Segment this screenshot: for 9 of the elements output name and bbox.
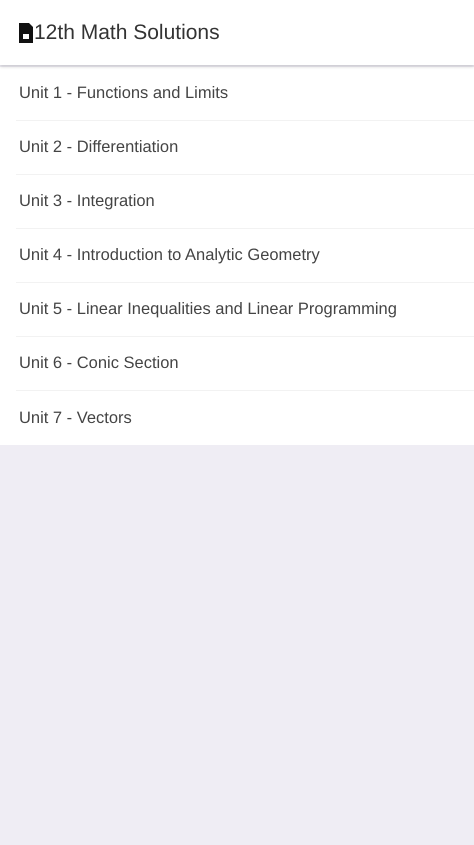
document-icon (19, 22, 33, 42)
unit-list-item[interactable]: Unit 6 - Conic Section (16, 337, 474, 391)
unit-list-item[interactable]: Unit 5 - Linear Inequalities and Linear Programming (16, 283, 474, 337)
unit-list-item[interactable]: Unit 2 - Differentiation (16, 121, 474, 175)
unit-list-item[interactable]: Unit 4 - Introduction to Analytic Geometry (16, 229, 474, 283)
unit-list-item[interactable]: Unit 7 - Vectors (16, 391, 474, 445)
unit-list-item[interactable]: Unit 1 - Functions and Limits (16, 67, 474, 121)
app-title: 12th Math Solutions (34, 20, 220, 46)
unit-list-item[interactable]: Unit 3 - Integration (16, 175, 474, 229)
